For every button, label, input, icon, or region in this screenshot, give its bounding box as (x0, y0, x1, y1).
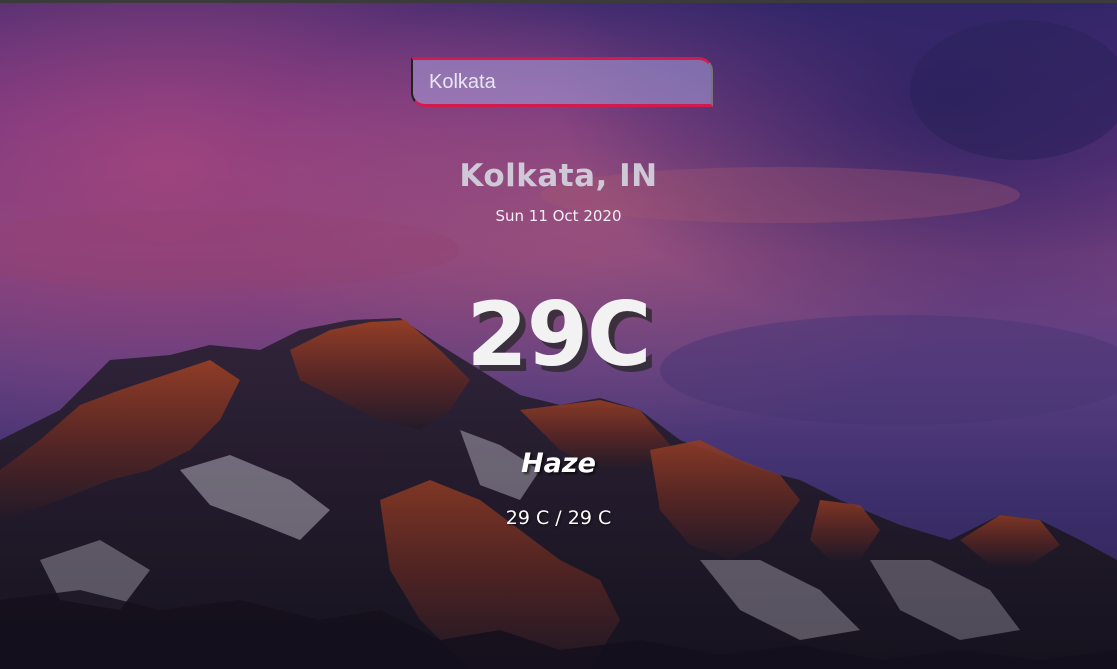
city-search-input[interactable] (411, 57, 713, 107)
weather-condition: Haze (521, 448, 596, 479)
current-date: Sun 11 Oct 2020 (495, 207, 622, 225)
window-top-border (0, 0, 1117, 3)
weather-panel: Kolkata, IN Sun 11 Oct 2020 29C Haze 29 … (0, 0, 1117, 669)
high-low-temperature: 29 C / 29 C (505, 507, 612, 529)
weather-app: Kolkata, IN Sun 11 Oct 2020 29C Haze 29 … (0, 0, 1117, 669)
current-temperature: 29C (466, 283, 651, 386)
location-name: Kolkata, IN (459, 158, 658, 194)
